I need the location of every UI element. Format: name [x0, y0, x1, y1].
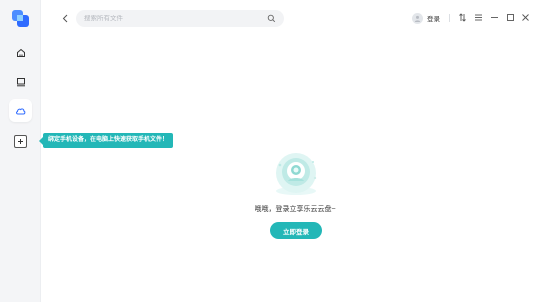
chevron-left-icon	[62, 14, 68, 22]
empty-state-message: 哦哦，登录立享乐云云盘~	[254, 206, 336, 213]
login-label: 登录	[427, 16, 440, 23]
add-device-button[interactable]	[14, 135, 27, 148]
cloud-icon	[16, 107, 26, 114]
maximize-button[interactable]	[505, 12, 516, 23]
cloud-empty-illustration	[271, 151, 321, 197]
menu-icon	[475, 14, 482, 21]
back-button[interactable]	[59, 12, 71, 24]
minimize-button[interactable]	[489, 12, 500, 23]
menu-button[interactable]	[473, 12, 484, 23]
header-divider	[449, 14, 450, 22]
avatar	[412, 12, 423, 24]
monitor-icon	[16, 77, 25, 86]
sort-icon	[459, 13, 466, 22]
sidebar-item-cloud[interactable]	[9, 99, 32, 122]
sidebar	[0, 0, 41, 302]
search-bar	[76, 10, 284, 27]
home-icon	[16, 48, 25, 57]
sidebar-item-home[interactable]	[9, 41, 32, 64]
maximize-icon	[507, 14, 514, 21]
sidebar-item-computer[interactable]	[9, 70, 32, 93]
user-icon	[414, 15, 421, 22]
login-now-button[interactable]: 立即登录	[270, 222, 322, 239]
plus-icon	[18, 139, 23, 144]
search-icon[interactable]	[267, 14, 276, 23]
app-logo-icon	[11, 9, 30, 28]
search-input[interactable]	[84, 15, 267, 22]
user-login[interactable]: 登录	[412, 12, 440, 24]
close-icon	[522, 14, 529, 21]
bind-phone-tooltip: 绑定手机设备，在电脑上快速获取手机文件！	[38, 133, 174, 148]
sort-button[interactable]	[457, 12, 468, 23]
minimize-icon	[491, 17, 498, 18]
close-button[interactable]	[520, 12, 531, 23]
